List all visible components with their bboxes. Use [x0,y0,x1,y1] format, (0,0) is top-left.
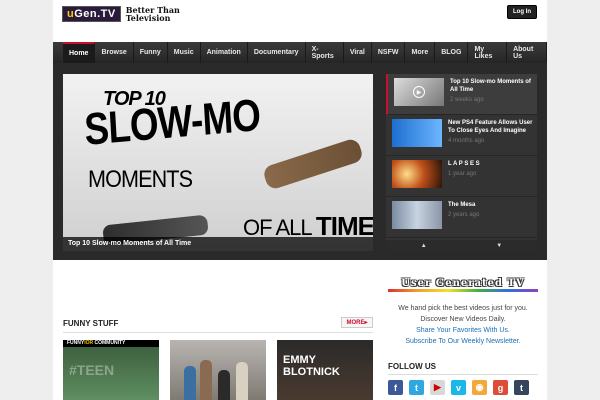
card-label-prefix: FUNNY [67,340,85,346]
promo-line: Discover New Videos Daily. [420,316,506,323]
playlist-item-date: 1 year ago [448,171,477,177]
video-card[interactable] [170,340,266,400]
nav-item-viral[interactable]: Viral [344,42,372,63]
playlist-item-title: The Mesa [448,202,476,208]
playlist-item-date: 2 weeks ago [450,97,484,103]
card-label: FUNNYIOR COMMUNITY [63,340,159,347]
playlist-item-date: 4 months ago [448,138,485,144]
video-card[interactable]: FUNNYIOR COMMUNITY #TEEN [63,340,159,400]
nav-item-about-us[interactable]: About Us [507,42,547,63]
nav-item-nsfw[interactable]: NSFW [372,42,406,63]
playlist-item[interactable]: The Mesa 2 years ago [386,197,537,238]
logo-main: Gen.TV [74,8,116,20]
follow-us-heading: FOLLOW US [388,362,436,371]
page: uGen.TV Better Than Television Log In Ho… [53,0,547,400]
playlist-item[interactable]: New PS4 Feature Allows User To Close Eye… [386,115,537,156]
nav-item-animation[interactable]: Animation [201,42,248,63]
card-person [236,362,248,400]
video-card[interactable]: EMMY BLOTNICK [277,340,373,400]
logo-tagline: Better Than Television [125,5,180,23]
nav-item-music[interactable]: Music [168,42,201,63]
youtube-icon[interactable]: ▶ [430,380,445,395]
nav-item-my-likes[interactable]: My Likes [468,42,508,63]
vimeo-icon[interactable]: v [451,380,466,395]
nav-item-home[interactable]: Home [63,42,96,63]
social-icons: f t ▶ v ◉ g t [388,380,535,395]
playlist-item[interactable]: L A P S E S 1 year ago [386,156,537,197]
login-button[interactable]: Log In [507,5,537,19]
playlist-item[interactable]: ▶ Top 10 Slow-mo Moments of All Time 2 w… [386,74,537,115]
playlist-item-title: New PS4 Feature Allows User To Close Eye… [448,120,533,134]
share-link[interactable]: Share Your Favorites With Us. [388,325,538,336]
playlist-item-date: 2 years ago [448,212,480,218]
ugtv-banner: User Generated TV [388,278,538,298]
main-nav: Home Browse Funny Music Animation Docume… [53,42,547,63]
playlist-thumbnail [392,160,442,188]
playlist-thumbnail [392,201,442,229]
playlist-item-title: Top 10 Slow-mo Moments of All Time [450,79,531,93]
card-person [218,370,230,400]
site-logo[interactable]: uGen.TV Better Than Television [62,6,188,22]
featured-video[interactable]: TOP 10 SLOW-MO MOMENTS OF ALL TIME Top 1… [63,74,373,251]
section-divider [63,332,373,333]
funny-video-list: FUNNYIOR COMMUNITY #TEEN EMMY BLOTNICK [63,340,384,400]
play-icon: ▶ [413,86,425,98]
hero-caption[interactable]: Top 10 Slow-mo Moments of All Time [63,237,373,251]
nav-item-browse[interactable]: Browse [95,42,134,63]
card-label-highlight: IOR [84,340,94,346]
nav-item-x-sports[interactable]: X-Sports [306,42,344,63]
card-overlay-text: #TEEN [69,362,115,378]
featured-playlist: ▶ Top 10 Slow-mo Moments of All Time 2 w… [386,74,537,251]
twitter-icon[interactable]: t [409,380,424,395]
arrow-down-icon[interactable]: ▼ [496,243,502,249]
logo-mark: uGen.TV [62,6,121,22]
facebook-icon[interactable]: f [388,380,403,395]
featured-section: TOP 10 SLOW-MO MOMENTS OF ALL TIME Top 1… [53,63,547,260]
card-title-overlay: EMMY BLOTNICK [283,354,340,378]
card-person [200,360,212,400]
follow-divider [388,374,538,375]
nav-item-blog[interactable]: BLOG [435,42,469,63]
banner-title: User Generated TV [401,278,525,289]
hero-text-line3: MOMENTS [88,166,193,193]
card-label-suffix: COMMUNITY [94,340,126,346]
playlist-thumbnail [392,119,442,147]
tumblr-icon[interactable]: t [514,380,529,395]
funny-stuff-heading: FUNNY STUFF [63,319,119,328]
card-person [184,366,196,400]
nav-item-documentary[interactable]: Documentary [248,42,306,63]
rss-icon[interactable]: ◉ [472,380,487,395]
more-button[interactable]: MORE▸ [341,317,373,328]
googleplus-icon[interactable]: g [493,380,508,395]
promo-text: We hand pick the best videos just for yo… [388,303,538,347]
nav-item-more[interactable]: More [405,42,436,63]
hero-figure-flying [261,137,365,191]
banner-stripe [388,289,538,292]
arrow-up-icon[interactable]: ▲ [421,243,427,249]
playlist-arrows: ▲ ▼ [386,240,537,251]
newsletter-link[interactable]: Subscribe To Our Weekly Newsletter. [388,336,538,347]
site-header: uGen.TV Better Than Television Log In [53,0,547,42]
nav-item-funny[interactable]: Funny [134,42,168,63]
playlist-item-title: L A P S E S [448,161,480,167]
promo-line: We hand pick the best videos just for yo… [398,305,528,312]
playlist-thumbnail: ▶ [394,78,444,106]
